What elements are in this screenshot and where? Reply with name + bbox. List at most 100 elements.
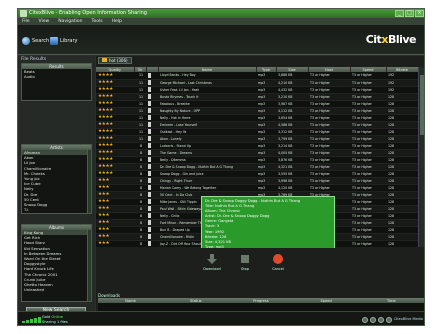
- host-speed: T3 or Higher: [308, 79, 350, 87]
- host-speed: T3 or Higher: [308, 142, 350, 150]
- speed: T3 or Higher: [350, 121, 386, 129]
- file-icon: [148, 87, 151, 92]
- download-column-header[interactable]: Time: [358, 298, 424, 303]
- menu-bar: File View Navigation Tools Help: [18, 18, 424, 25]
- file-type: mp3: [256, 142, 276, 150]
- table-row[interactable]: ★★★★ 8 The Game - Dreams mp3 4,005 KB T3 or H…: [96, 149, 418, 157]
- app-window: CitexBlive - Enabling Open Information S…: [17, 8, 425, 326]
- download-column-header[interactable]: Progress: [228, 298, 294, 303]
- row-number: 8: [134, 163, 146, 171]
- bitrate: 192: [386, 86, 418, 94]
- file-icon: [148, 227, 151, 232]
- speed: T3 or Higher: [350, 100, 386, 108]
- bitrate: 128: [386, 226, 418, 234]
- speed: T3 or Higher: [350, 163, 386, 171]
- nav-play-button[interactable]: [370, 317, 376, 323]
- file-name: Snoop Dogg - Gin and Juice: [158, 170, 256, 178]
- download-arrow-icon: [207, 254, 217, 264]
- menu-file[interactable]: File: [22, 18, 30, 25]
- file-name: Dr. Dre & Snoop Dogg - Nuthin But A G Th…: [158, 163, 256, 171]
- artist-filter-item[interactable]: T.I.: [22, 207, 91, 212]
- quality-rating: ★★★★: [96, 79, 134, 87]
- nav-forward-button[interactable]: [386, 317, 392, 323]
- search-button[interactable]: Search: [22, 36, 49, 46]
- table-row[interactable]: ★★★★ 11 Naughty By Nature - OPP mp3 4,112 KB…: [96, 107, 418, 115]
- file-size: 3,555 KB: [276, 170, 308, 178]
- table-row[interactable]: ★★★★ 8 Ludacris - Stand Up mp3 3,214 KB T3 or…: [96, 142, 418, 150]
- table-row[interactable]: ★★★★ 11 Outkast - Hey Ya mp3 3,312 KB T3 or H…: [96, 128, 418, 136]
- file-icon: [148, 122, 151, 127]
- tab-search-results[interactable]: hot (306): [98, 56, 132, 64]
- file-type: mp3: [256, 121, 276, 129]
- table-row[interactable]: ★★★★ 11 Eminem - Lose Yourself mp3 4,588 KB T…: [96, 121, 418, 129]
- close-button[interactable]: ×: [415, 10, 424, 17]
- speed: T3 or Higher: [350, 240, 386, 247]
- table-row[interactable]: ★★★★ 11 Akon - Lonely mp3 3,799 KB T3 or High…: [96, 135, 418, 143]
- table-row[interactable]: ★★★★ 11 Busta Rhymes - Touch It mp3 3,210 KB…: [96, 93, 418, 101]
- file-size: 4,120 KB: [276, 184, 308, 192]
- menu-tools[interactable]: Tools: [92, 18, 103, 25]
- file-icon: [148, 101, 151, 106]
- host-speed: T3 or Higher: [308, 100, 350, 108]
- speed: T3 or Higher: [350, 184, 386, 192]
- table-row[interactable]: ★★★★ 11 Fabolous - Breathe mp3 3,987 KB T3 or…: [96, 100, 418, 108]
- download-column-header[interactable]: Status: [163, 298, 229, 303]
- file-name: Usher Feat. Lil Jon - Yeah: [158, 86, 256, 94]
- artists-scrollbar[interactable]: [87, 150, 91, 213]
- menu-navigation[interactable]: Navigation: [58, 18, 82, 25]
- file-type-cell: [146, 142, 158, 150]
- table-row[interactable]: ★★★ 8 Mariah Carey - We Belong Together mp3…: [96, 184, 418, 192]
- speed: T3 or Higher: [350, 86, 386, 94]
- file-name: Eminem - Lose Yourself: [158, 121, 256, 129]
- row-number: 8: [134, 191, 146, 199]
- table-row[interactable]: ★★★★ 8 Dr. Dre & Snoop Dogg - Nuthin But A…: [96, 163, 418, 171]
- cancel-button[interactable]: Cancel: [268, 254, 288, 271]
- minimize-button[interactable]: _: [395, 10, 404, 17]
- library-icon: [50, 37, 58, 45]
- file-size: 4,432 KB: [276, 86, 308, 94]
- file-type-cell: [146, 121, 158, 129]
- nav-stop-button[interactable]: [378, 317, 384, 323]
- quality-rating: ★★★: [96, 198, 134, 206]
- file-type: mp3: [256, 184, 276, 192]
- library-button[interactable]: Library: [50, 36, 77, 46]
- results-filter-item[interactable]: Audio: [22, 74, 91, 79]
- file-size: 4,210 KB: [276, 79, 308, 87]
- file-name: Nelly - Dilemma: [158, 156, 256, 164]
- left-panel: File Results Results Beats Audio Artists…: [18, 56, 95, 325]
- albums-scrollbar[interactable]: [87, 230, 91, 301]
- host-speed: T3 or Higher: [308, 107, 350, 115]
- download-button[interactable]: Download: [202, 254, 222, 271]
- file-icon: [148, 206, 151, 211]
- file-type: mp3: [256, 114, 276, 122]
- file-name: Lloyd Banks - Hey Boy: [158, 72, 256, 80]
- scrollbar-thumb[interactable]: [420, 75, 424, 135]
- table-row[interactable]: ★★★★ 11 Usher Feat. Lil Jon - Yeah mp3 4,432…: [96, 86, 418, 94]
- file-type-cell: [146, 149, 158, 157]
- menu-help[interactable]: Help: [112, 18, 122, 25]
- table-row[interactable]: ★★★★ 11 Nelly - Hot in Herre mp3 3,654 KB T3 …: [96, 114, 418, 122]
- menu-view[interactable]: View: [39, 18, 50, 25]
- album-filter-item[interactable]: Unleashed: [22, 287, 91, 292]
- stop-button[interactable]: Stop: [235, 254, 255, 271]
- file-icon: [148, 143, 151, 148]
- row-number: 8: [134, 212, 146, 220]
- table-row[interactable]: ★★★★ 8 Snoop Dogg - Gin and Juice mp3 3,555 …: [96, 170, 418, 178]
- download-column-header[interactable]: Name: [98, 298, 164, 303]
- table-row[interactable]: ★★★ 8 Chingy - Right Thurr mp3 3,998 KB T3 or…: [96, 177, 418, 185]
- file-name: Chingy - Right Thurr: [158, 177, 256, 185]
- file-icon: [148, 72, 151, 78]
- speed: T3 or Higher: [350, 156, 386, 164]
- speed: T3 or Higher: [350, 170, 386, 178]
- nav-back-button[interactable]: [362, 317, 368, 323]
- status-bar: Gold Online Sharing 1 files CitexBlive M…: [18, 311, 424, 325]
- search-icon: [22, 37, 30, 45]
- file-size: 3,987 KB: [276, 100, 308, 108]
- table-row[interactable]: ★★★★ 8 Nelly - Dilemma mp3 3,876 KB T3 or Hig…: [96, 156, 418, 164]
- maximize-button[interactable]: □: [405, 10, 414, 17]
- results-scrollbar[interactable]: [418, 67, 424, 247]
- bitrate: 128: [386, 149, 418, 157]
- download-column-header[interactable]: Speed: [293, 298, 359, 303]
- table-row[interactable]: ★★★★ 11 Lloyd Banks - Hey Boy mp3 3,888 KB T3…: [96, 72, 418, 80]
- table-row[interactable]: ★★★★ 11 George Michael - Last Christmas mp3…: [96, 79, 418, 87]
